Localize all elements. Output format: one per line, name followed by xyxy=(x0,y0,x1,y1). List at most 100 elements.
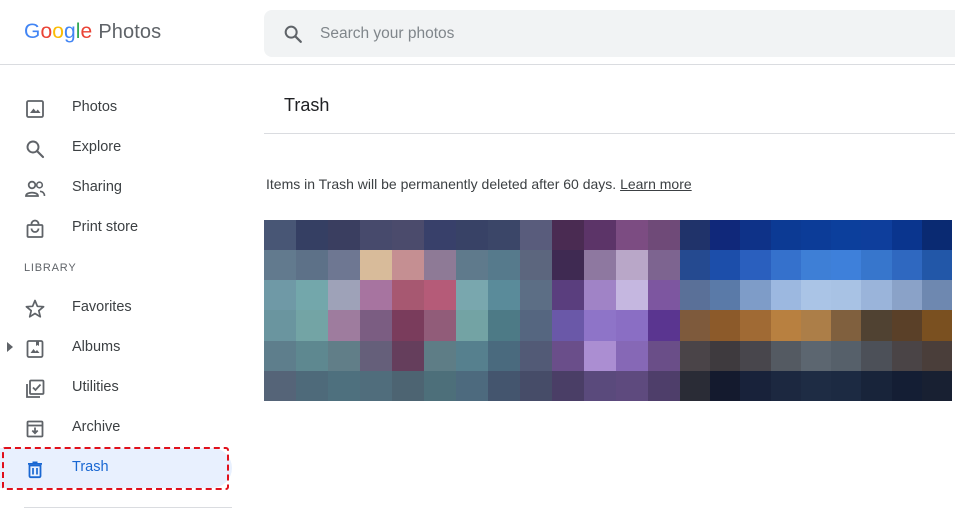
photo-pixel xyxy=(921,220,952,251)
search-placeholder[interactable]: Search your photos xyxy=(320,25,454,43)
logo-letter: g xyxy=(64,20,76,43)
photo-pixel xyxy=(891,340,922,371)
photo-pixel xyxy=(921,370,952,401)
photo-pixel xyxy=(296,370,328,401)
photo-pixel xyxy=(392,220,424,251)
sidebar-item-label: Favorites xyxy=(72,299,132,315)
google-photos-logo[interactable]: Google Photos xyxy=(24,20,161,46)
search-icon[interactable] xyxy=(282,23,304,45)
photo-pixel xyxy=(296,220,328,251)
photo-thumbnail[interactable] xyxy=(264,220,552,401)
photo-pixel xyxy=(710,340,741,371)
trashed-photos-grid xyxy=(264,220,952,401)
photo-pixel xyxy=(424,310,456,341)
photo-pixel xyxy=(616,340,648,371)
photo-pixel xyxy=(520,280,552,311)
photo-pixel xyxy=(520,310,552,341)
album-icon xyxy=(24,338,46,360)
photo-pixel xyxy=(328,310,360,341)
photo-pixel xyxy=(680,250,711,281)
sidebar-item-albums[interactable]: Albums xyxy=(0,328,232,368)
photo-pixel xyxy=(740,310,771,341)
photo-pixel xyxy=(328,370,360,401)
photo-pixel xyxy=(488,310,520,341)
photo-pixel xyxy=(552,250,584,281)
shopping-bag-icon xyxy=(24,218,46,240)
photo-pixel xyxy=(296,340,328,371)
sidebar-item-archive[interactable]: Archive xyxy=(0,408,232,448)
photo-pixel xyxy=(800,220,832,251)
photo-pixel xyxy=(360,280,392,311)
photo-pixel xyxy=(392,340,424,371)
sidebar-item-explore[interactable]: Explore xyxy=(0,128,232,168)
photo-pixel xyxy=(861,280,892,311)
photo-pixel xyxy=(392,280,424,311)
sidebar-item-sharing[interactable]: Sharing xyxy=(0,168,232,208)
sidebar-item-label: Photos xyxy=(72,99,118,115)
photo-pixel xyxy=(740,370,771,401)
sidebar-item-favorites[interactable]: Favorites xyxy=(0,288,232,328)
sidebar-item-trash[interactable]: Trash xyxy=(0,448,232,488)
sidebar-item-utilities[interactable]: Utilities xyxy=(0,368,232,408)
checklist-icon xyxy=(24,378,46,400)
sidebar-divider xyxy=(24,507,232,508)
photo-pixel xyxy=(680,370,711,401)
photo-pixel xyxy=(616,220,648,251)
photo-pixel xyxy=(264,250,296,281)
photo-icon xyxy=(24,98,46,120)
photo-pixel xyxy=(770,310,801,341)
trash-icon xyxy=(24,458,46,480)
photo-pixel xyxy=(328,250,360,281)
page-title: Trash xyxy=(284,95,330,115)
photo-pixel xyxy=(584,280,616,311)
sidebar-item-label: Print store xyxy=(72,219,139,235)
photo-pixel xyxy=(740,340,771,371)
photo-pixel xyxy=(520,220,552,251)
photo-pixel xyxy=(831,340,862,371)
photo-pixel xyxy=(921,250,952,281)
photo-thumbnail[interactable] xyxy=(680,220,952,401)
photo-pixel xyxy=(770,340,801,371)
photo-pixel xyxy=(680,340,711,371)
photo-pixel xyxy=(800,250,832,281)
photo-pixel xyxy=(456,220,488,251)
photo-pixel xyxy=(891,280,922,311)
sidebar-item-print-store[interactable]: Print store xyxy=(0,208,232,248)
photo-pixel xyxy=(648,280,680,311)
photo-pixel xyxy=(891,310,922,341)
photo-pixel xyxy=(710,310,741,341)
photo-pixel xyxy=(831,280,862,311)
archive-icon xyxy=(24,418,46,440)
photo-pixel xyxy=(296,280,328,311)
photo-thumbnail[interactable] xyxy=(552,220,680,401)
photo-pixel xyxy=(488,250,520,281)
photo-pixel xyxy=(328,220,360,251)
photo-pixel xyxy=(891,370,922,401)
photo-pixel xyxy=(891,250,922,281)
photo-pixel xyxy=(424,220,456,251)
photo-pixel xyxy=(360,310,392,341)
expand-arrow-icon[interactable] xyxy=(7,342,13,352)
top-app-bar: Google Photos Search your photos xyxy=(0,0,955,65)
photo-pixel xyxy=(921,310,952,341)
photo-pixel xyxy=(831,370,862,401)
photo-pixel xyxy=(770,280,801,311)
photo-pixel xyxy=(648,310,680,341)
photo-pixel xyxy=(584,370,616,401)
photo-pixel xyxy=(296,250,328,281)
photo-pixel xyxy=(264,280,296,311)
photo-pixel xyxy=(264,220,296,251)
sidebar-item-photos[interactable]: Photos xyxy=(0,88,232,128)
trash-notice-text: Items in Trash will be permanently delet… xyxy=(266,176,617,192)
photo-pixel xyxy=(584,310,616,341)
photo-pixel xyxy=(861,340,892,371)
photo-pixel xyxy=(488,340,520,371)
photo-pixel xyxy=(648,370,680,401)
sidebar-item-label: Albums xyxy=(72,339,121,355)
search-bar[interactable]: Search your photos xyxy=(264,10,955,57)
sidebar-item-label: Archive xyxy=(72,419,121,435)
photo-pixel xyxy=(800,340,832,371)
photo-pixel xyxy=(861,310,892,341)
learn-more-link[interactable]: Learn more xyxy=(620,176,692,192)
photo-pixel xyxy=(552,310,584,341)
